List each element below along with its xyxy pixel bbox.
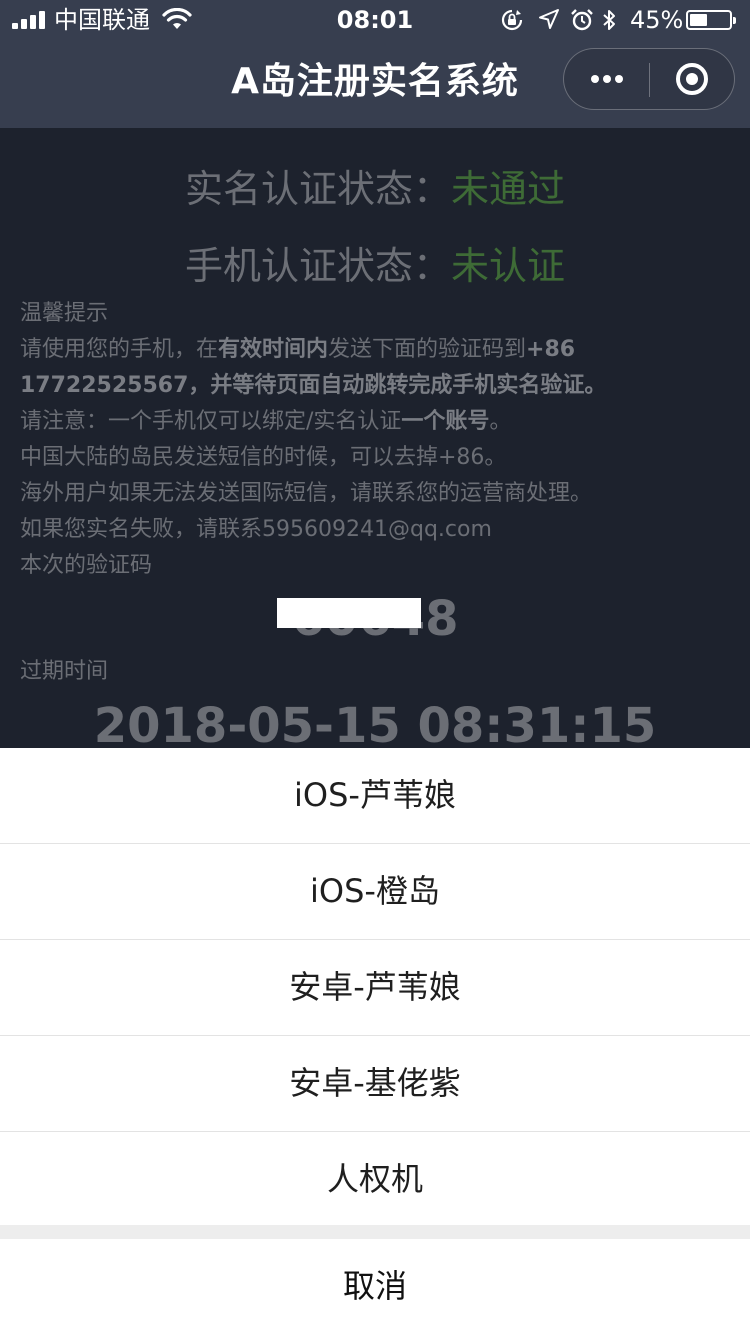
tips-line-contact: 如果您实名失败，请联系595609241@qq.com	[20, 517, 492, 542]
expire-time: 2018-05-15 08:31:15	[93, 698, 657, 754]
battery-percent: 45%	[630, 6, 684, 34]
battery-icon	[686, 10, 736, 30]
cancel-button[interactable]: 取消	[0, 1239, 750, 1334]
realname-status-label: 实名认证状态：	[184, 167, 451, 211]
realname-status: 实名认证状态：未通过	[0, 164, 750, 214]
expire-label: 过期时间	[20, 659, 109, 684]
sheet-gap	[0, 1225, 750, 1239]
close-button[interactable]	[650, 49, 735, 109]
more-button[interactable]	[564, 49, 649, 109]
tips-bold-text: 一个账号	[401, 409, 490, 434]
redaction-block	[277, 598, 421, 628]
sheet-item-ios-luweiniang[interactable]: iOS-芦苇娘	[0, 748, 750, 844]
tips-line-mainland: 中国大陆的岛民发送短信的时候，可以去掉+86。	[20, 445, 507, 470]
phone-status: 手机认证状态：未认证	[0, 241, 750, 291]
sheet-item-renquanji[interactable]: 人权机	[0, 1132, 750, 1227]
tips-bold-text: 有效时间内	[218, 337, 329, 362]
verification-code: 60648	[0, 592, 750, 646]
orientation-lock-icon	[501, 9, 523, 31]
tips-text: 发送下面的验证码到	[328, 337, 527, 362]
location-icon	[539, 9, 559, 29]
sheet-item-android-luweiniang[interactable]: 安卓-芦苇娘	[0, 940, 750, 1036]
tips-text: 。	[489, 409, 512, 434]
status-bar: 中国联通 08:01 45%	[0, 0, 750, 40]
tips-text: 请使用您的手机，在	[20, 337, 219, 362]
tips-line-code-label: 本次的验证码	[20, 553, 153, 578]
phone-status-label: 手机认证状态：	[184, 244, 451, 288]
bluetooth-icon	[603, 10, 615, 30]
sheet-item-ios-chengdao[interactable]: iOS-橙岛	[0, 844, 750, 940]
phone-status-value: 未认证	[451, 244, 566, 288]
sheet-item-android-jilaozi[interactable]: 安卓-基佬紫	[0, 1036, 750, 1132]
alarm-icon	[571, 9, 593, 31]
tips-heading: 温馨提示	[20, 301, 109, 326]
tips-section: 温馨提示 请使用您的手机，在有效时间内发送下面的验证码到+86 17722525…	[20, 296, 735, 584]
mini-program-capsule	[563, 48, 735, 110]
tips-line-one-account: 请注意：一个手机仅可以绑定/实名认证一个账号。	[20, 404, 735, 440]
realname-status-value: 未通过	[451, 167, 566, 211]
tips-line-overseas: 海外用户如果无法发送国际短信，请联系您的运营商处理。	[20, 481, 593, 506]
action-sheet: iOS-芦苇娘 iOS-橙岛 安卓-芦苇娘 安卓-基佬紫 人权机 取消	[0, 748, 750, 1334]
top-bar: 中国联通 08:01 45% A岛注册实名系统	[0, 0, 750, 128]
tips-line-send-code: 请使用您的手机，在有效时间内发送下面的验证码到+86 17722525567，并…	[20, 332, 735, 404]
tips-text: 请注意：一个手机仅可以绑定/实名认证	[20, 409, 402, 434]
